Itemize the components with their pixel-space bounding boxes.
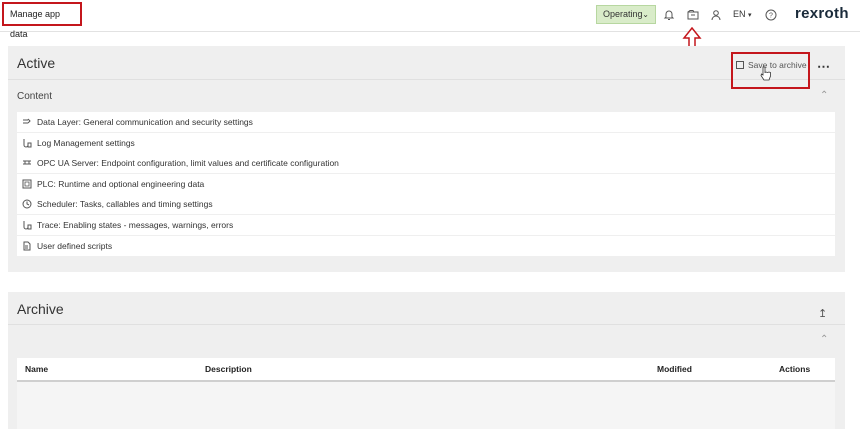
column-header-description[interactable]: Description <box>205 358 252 380</box>
list-item-label: Trace: Enabling states - messages, warni… <box>37 219 234 230</box>
upload-icon[interactable]: ↥ <box>818 307 827 320</box>
list-item-label: PLC: Runtime and optional engineering da… <box>37 178 205 189</box>
trace-icon <box>23 220 32 230</box>
page-title: Manage app data <box>2 2 82 39</box>
collapse-icon[interactable]: ⌃ <box>820 334 828 345</box>
column-header-name[interactable]: Name <box>25 358 48 380</box>
active-title: Active <box>17 55 56 71</box>
list-item[interactable]: Scheduler: Tasks, callables and timing s… <box>17 194 835 215</box>
list-item-label: Data Layer: General communication and se… <box>37 117 253 127</box>
opcua-icon <box>23 160 31 165</box>
archive-table: Name Description Modified Actions <box>17 358 835 429</box>
list-item[interactable]: User defined scripts <box>17 235 835 256</box>
save-icon <box>736 61 744 69</box>
content-list: Data Layer: General communication and se… <box>17 112 835 256</box>
language-selector[interactable]: EN ▾ <box>733 9 752 19</box>
archive-title: Archive <box>17 301 64 317</box>
operating-status-label: Operating <box>603 9 643 19</box>
list-item[interactable]: Trace: Enabling states - messages, warni… <box>17 214 835 235</box>
plc-icon <box>22 179 32 189</box>
content-section-label: Content <box>17 91 53 102</box>
top-bar: Manage app data Operating ⌄ EN ▾ ? rexro… <box>0 0 860 39</box>
caret-down-icon: ▾ <box>748 12 752 19</box>
bell-icon[interactable] <box>663 9 675 21</box>
list-item-label: Log Management settings <box>37 137 135 148</box>
collapse-icon[interactable]: ⌃ <box>820 90 828 101</box>
svg-text:?: ? <box>769 13 773 20</box>
language-label: EN <box>733 9 746 19</box>
chevron-down-icon: ⌄ <box>642 10 649 19</box>
list-item[interactable]: Data Layer: General communication and se… <box>17 112 835 132</box>
user-icon[interactable] <box>710 9 722 21</box>
archive-icon[interactable] <box>687 9 699 21</box>
list-item[interactable]: Log Management settings <box>17 132 835 153</box>
list-item-label: Scheduler: Tasks, callables and timing s… <box>37 199 213 210</box>
divider <box>8 79 845 80</box>
list-item[interactable]: PLC: Runtime and optional engineering da… <box>17 173 835 194</box>
hand-cursor-icon <box>760 66 771 81</box>
script-icon <box>23 241 31 251</box>
more-options-button[interactable]: ⋯ <box>817 59 830 75</box>
column-header-modified[interactable]: Modified <box>657 358 692 380</box>
rexroth-logo: rexroth <box>795 5 849 22</box>
divider <box>8 324 845 325</box>
list-item-label: OPC UA Server: Endpoint configuration, l… <box>37 158 339 169</box>
scheduler-icon <box>22 199 32 209</box>
table-header: Name Description Modified Actions <box>17 358 835 382</box>
list-item-label: User defined scripts <box>37 240 113 251</box>
list-item[interactable]: OPC UA Server: Endpoint configuration, l… <box>17 153 835 174</box>
help-icon[interactable]: ? <box>765 9 777 21</box>
operating-status-button[interactable]: Operating ⌄ <box>596 5 656 24</box>
column-header-actions: Actions <box>779 364 811 374</box>
save-to-archive-label: Save to archive <box>748 60 807 70</box>
data-layer-icon <box>23 118 31 124</box>
log-icon <box>23 138 32 148</box>
